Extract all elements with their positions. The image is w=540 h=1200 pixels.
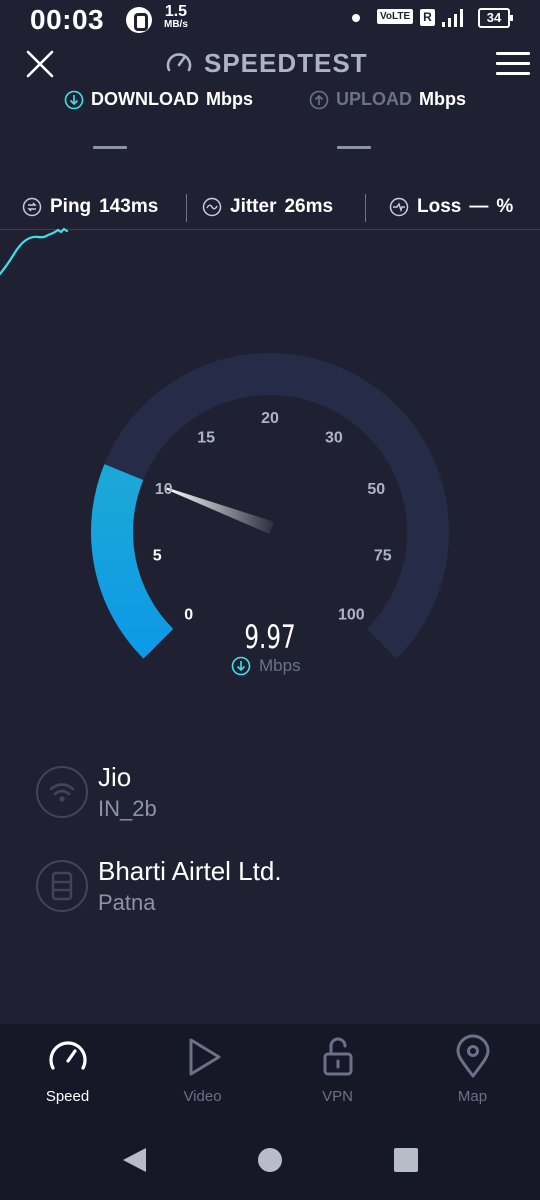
loss-label: Loss — [417, 196, 462, 217]
nav-map-label: Map — [457, 1088, 488, 1105]
map-pin-icon — [456, 1034, 490, 1078]
wifi-icon — [36, 766, 88, 818]
signal-strength-icon — [442, 9, 463, 27]
speed-graph-line — [0, 227, 69, 276]
server-name: Bharti Airtel Ltd. — [98, 856, 282, 886]
system-nav-bar — [0, 1120, 540, 1200]
app-title: SPEEDTEST — [164, 46, 368, 80]
gauge-tick-label: 5 — [153, 547, 162, 564]
metrics-bar: Ping 143ms Jitter 26ms Loss — % — [0, 186, 540, 228]
download-arrow-icon — [64, 90, 84, 109]
gauge-tick-label: 30 — [325, 429, 343, 446]
recents-icon[interactable] — [392, 1146, 420, 1174]
network-speed-unit: MB/s — [164, 19, 188, 30]
status-bar: 00:03 1.5 MB/s VoLTE R 34 — [0, 0, 540, 40]
bottom-nav: Speed Video VPN Map — [0, 1024, 540, 1120]
play-icon — [189, 1038, 221, 1076]
volte-badge: VoLTE — [377, 9, 414, 24]
upload-result-placeholder — [337, 146, 371, 149]
server-info[interactable]: Bharti Airtel Ltd. Patna — [36, 856, 506, 926]
shazam-icon — [126, 7, 152, 33]
gauge-tick-label: 75 — [374, 547, 392, 564]
jitter-icon — [202, 197, 222, 217]
nav-video-label: Video — [183, 1088, 222, 1105]
upload-arrow-icon — [309, 90, 329, 109]
jitter-label: Jitter — [230, 196, 277, 217]
nav-vpn-label: VPN — [322, 1088, 353, 1105]
notification-dot-icon — [352, 14, 360, 22]
ping-label: Ping — [50, 196, 92, 217]
gauge-unit-label: Mbps — [259, 656, 301, 675]
jitter-metric: Jitter 26ms — [202, 186, 333, 228]
tab-upload[interactable]: UPLOAD Mbps — [309, 89, 466, 110]
nav-map[interactable]: Map — [405, 1024, 540, 1120]
home-icon[interactable] — [256, 1146, 284, 1174]
download-arrow-icon — [231, 656, 251, 676]
hamburger-menu-icon[interactable] — [496, 52, 530, 76]
tab-upload-label: UPLOAD — [336, 89, 412, 109]
ping-icon — [22, 197, 42, 217]
jitter-value: 26ms — [284, 196, 334, 217]
network-speed: 1.5 MB/s — [164, 4, 188, 30]
provider-detail: IN_2b — [98, 796, 157, 821]
gauge-ticks: 05101520305075100 — [153, 410, 392, 623]
server-location: Patna — [98, 890, 156, 915]
padlock-icon — [323, 1037, 353, 1076]
nav-speed[interactable]: Speed — [0, 1024, 135, 1120]
gauge-unit: Mbps — [231, 656, 301, 676]
loss-unit: % — [496, 196, 514, 217]
loss-value: — — [469, 196, 489, 217]
status-time: 00:03 — [30, 4, 105, 35]
speedometer-icon — [49, 1041, 87, 1070]
gauge-tick-label: 10 — [155, 481, 173, 498]
gauge-tick-label: 20 — [261, 410, 279, 427]
tab-upload-unit: Mbps — [419, 89, 466, 109]
roaming-badge: R — [420, 9, 435, 26]
server-icon — [36, 860, 88, 912]
provider-info: Jio IN_2b — [36, 762, 506, 832]
network-speed-value: 1.5 — [164, 3, 188, 20]
metrics-divider — [0, 229, 540, 230]
loss-metric: Loss — % — [389, 186, 513, 228]
gauge-needle — [166, 487, 275, 534]
gauge-current-value: 9.97 — [244, 618, 296, 656]
provider-name: Jio — [98, 762, 132, 792]
download-result-placeholder — [93, 146, 127, 149]
tab-download-unit: Mbps — [205, 89, 253, 109]
packet-loss-icon — [389, 197, 409, 217]
tab-download-label: DOWNLOAD — [91, 89, 199, 109]
ping-value: 143ms — [99, 196, 159, 217]
nav-speed-label: Speed — [45, 1088, 90, 1105]
back-icon[interactable] — [120, 1146, 148, 1174]
gauge-tick-label: 15 — [197, 429, 215, 446]
close-icon[interactable] — [22, 46, 58, 82]
app-title-text: SPEEDTEST — [204, 47, 368, 78]
gauge-tick-label: 50 — [367, 481, 385, 498]
speedometer-logo-icon — [166, 53, 192, 72]
tab-download[interactable]: DOWNLOAD Mbps — [64, 89, 253, 110]
battery-indicator: 34 — [478, 8, 513, 28]
nav-vpn[interactable]: VPN — [270, 1024, 405, 1120]
ping-metric: Ping 143ms — [22, 186, 158, 228]
nav-video[interactable]: Video — [135, 1024, 270, 1120]
